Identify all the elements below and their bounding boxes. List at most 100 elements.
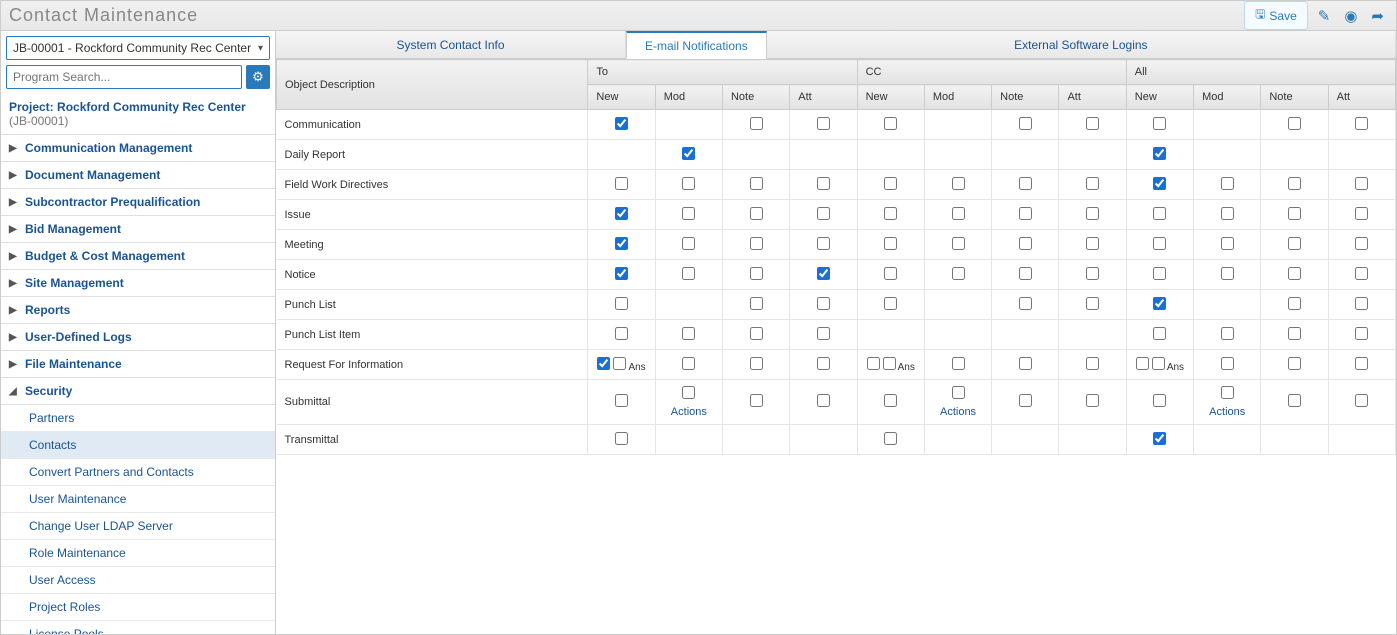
checkbox[interactable]: [1355, 207, 1368, 220]
checkbox[interactable]: [1153, 207, 1166, 220]
checkbox[interactable]: [615, 207, 628, 220]
checkbox[interactable]: [817, 237, 830, 250]
nav-item[interactable]: ▶File Maintenance: [1, 351, 275, 378]
checkbox[interactable]: [615, 177, 628, 190]
checkbox[interactable]: [1086, 117, 1099, 130]
checkbox[interactable]: [817, 207, 830, 220]
tab-external-logins[interactable]: External Software Logins: [767, 31, 1396, 58]
checkbox[interactable]: [1221, 237, 1234, 250]
nav-item[interactable]: ▶Subcontractor Prequalification: [1, 189, 275, 216]
checkbox[interactable]: [1019, 207, 1032, 220]
checkbox[interactable]: [1221, 357, 1234, 370]
checkbox[interactable]: [1288, 177, 1301, 190]
checkbox[interactable]: [682, 386, 695, 399]
checkbox[interactable]: [615, 117, 628, 130]
checkbox[interactable]: [750, 177, 763, 190]
checkbox[interactable]: [884, 297, 897, 310]
checkbox[interactable]: [682, 177, 695, 190]
nav-item[interactable]: ▶Document Management: [1, 162, 275, 189]
checkbox[interactable]: [1355, 357, 1368, 370]
checkbox[interactable]: [1355, 117, 1368, 130]
nav-sub-item[interactable]: License Pools: [1, 621, 275, 634]
checkbox[interactable]: [817, 297, 830, 310]
checkbox[interactable]: [1288, 394, 1301, 407]
search-settings-button[interactable]: ⚙: [246, 65, 270, 89]
checkbox[interactable]: [1288, 297, 1301, 310]
nav-sub-item[interactable]: Change User LDAP Server: [1, 513, 275, 540]
nav-item[interactable]: ▶Reports: [1, 297, 275, 324]
checkbox-ans[interactable]: [883, 357, 896, 370]
checkbox[interactable]: [952, 267, 965, 280]
nav-item[interactable]: ▶Budget & Cost Management: [1, 243, 275, 270]
checkbox[interactable]: [884, 207, 897, 220]
checkbox[interactable]: [867, 357, 880, 370]
actions-link[interactable]: Actions: [664, 406, 714, 418]
checkbox[interactable]: [1086, 177, 1099, 190]
checkbox[interactable]: [1288, 237, 1301, 250]
checkbox[interactable]: [1086, 207, 1099, 220]
checkbox[interactable]: [1355, 177, 1368, 190]
checkbox[interactable]: [615, 432, 628, 445]
checkbox[interactable]: [1221, 327, 1234, 340]
checkbox[interactable]: [1221, 177, 1234, 190]
checkbox[interactable]: [615, 267, 628, 280]
checkbox[interactable]: [1153, 432, 1166, 445]
checkbox[interactable]: [1153, 177, 1166, 190]
tab-email-notifications[interactable]: E-mail Notifications: [626, 31, 767, 59]
checkbox[interactable]: [682, 207, 695, 220]
checkbox[interactable]: [1086, 357, 1099, 370]
nav-sub-item[interactable]: Project Roles: [1, 594, 275, 621]
checkbox[interactable]: [750, 394, 763, 407]
checkbox[interactable]: [1288, 207, 1301, 220]
nav-item[interactable]: ◢Security: [1, 378, 275, 405]
checkbox[interactable]: [1355, 267, 1368, 280]
nav-sub-item[interactable]: Convert Partners and Contacts: [1, 459, 275, 486]
checkbox[interactable]: [1355, 237, 1368, 250]
checkbox[interactable]: [884, 267, 897, 280]
checkbox[interactable]: [952, 207, 965, 220]
checkbox[interactable]: [1019, 297, 1032, 310]
checkbox[interactable]: [1153, 327, 1166, 340]
checkbox[interactable]: [1288, 117, 1301, 130]
checkbox[interactable]: [682, 267, 695, 280]
checkbox[interactable]: [1221, 267, 1234, 280]
checkbox[interactable]: [952, 177, 965, 190]
checkbox[interactable]: [682, 237, 695, 250]
checkbox[interactable]: [952, 357, 965, 370]
checkbox[interactable]: [1153, 147, 1166, 160]
checkbox[interactable]: [615, 394, 628, 407]
program-search-input[interactable]: [6, 65, 242, 89]
edit-icon[interactable]: ✎: [1314, 5, 1335, 27]
checkbox[interactable]: [1019, 357, 1032, 370]
checkbox[interactable]: [884, 117, 897, 130]
checkbox[interactable]: [750, 117, 763, 130]
checkbox[interactable]: [1153, 297, 1166, 310]
checkbox[interactable]: [1019, 267, 1032, 280]
checkbox[interactable]: [1355, 327, 1368, 340]
checkbox[interactable]: [1019, 177, 1032, 190]
nav-item[interactable]: ▶User-Defined Logs: [1, 324, 275, 351]
user-icon[interactable]: ◉: [1340, 5, 1361, 27]
nav-sub-item[interactable]: Role Maintenance: [1, 540, 275, 567]
checkbox[interactable]: [615, 327, 628, 340]
nav-item[interactable]: ▶Bid Management: [1, 216, 275, 243]
actions-link[interactable]: Actions: [1202, 406, 1252, 418]
checkbox[interactable]: [1086, 297, 1099, 310]
nav-sub-item[interactable]: Contacts: [1, 432, 275, 459]
checkbox[interactable]: [884, 394, 897, 407]
nav-sub-item[interactable]: User Access: [1, 567, 275, 594]
checkbox[interactable]: [1086, 267, 1099, 280]
checkbox[interactable]: [750, 237, 763, 250]
checkbox[interactable]: [1153, 237, 1166, 250]
checkbox[interactable]: [682, 327, 695, 340]
checkbox[interactable]: [1019, 394, 1032, 407]
checkbox[interactable]: [1221, 386, 1234, 399]
checkbox[interactable]: [750, 297, 763, 310]
checkbox[interactable]: [1288, 357, 1301, 370]
checkbox[interactable]: [1019, 117, 1032, 130]
checkbox[interactable]: [1019, 237, 1032, 250]
tab-system-contact[interactable]: System Contact Info: [276, 31, 626, 58]
checkbox-ans[interactable]: [613, 357, 626, 370]
nav-item[interactable]: ▶Communication Management: [1, 135, 275, 162]
checkbox[interactable]: [1153, 394, 1166, 407]
